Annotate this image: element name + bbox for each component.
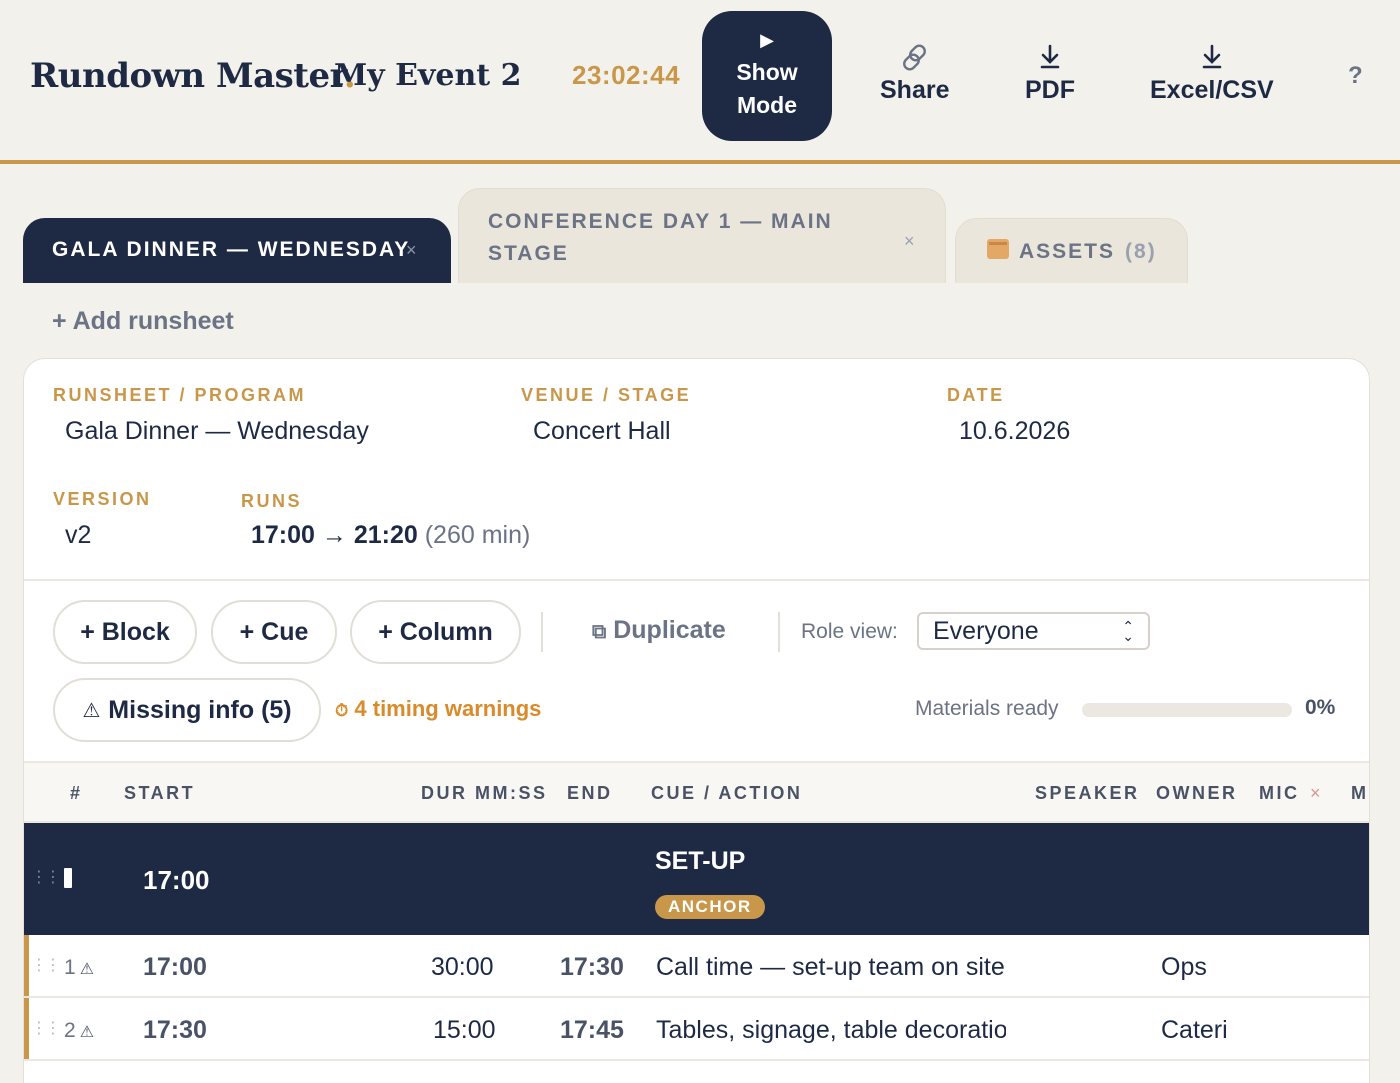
col-header-mic[interactable]: MIC <box>1259 783 1300 804</box>
role-view-value: Everyone <box>933 616 1039 645</box>
date-label: DATE <box>947 385 1005 405</box>
close-icon[interactable]: × <box>406 240 417 261</box>
duplicate-label: Duplicate <box>613 616 726 644</box>
share-button[interactable]: Share <box>880 42 949 105</box>
timing-warnings-link[interactable]: ⏱ 4 timing warnings <box>335 696 541 722</box>
timing-warnings-label: 4 timing warnings <box>354 696 542 721</box>
add-block-button[interactable]: + Block <box>53 600 197 664</box>
block-title[interactable]: SET-UP <box>655 847 745 876</box>
cue-number: 2 ⚠ <box>64 1019 95 1042</box>
play-icon: ▶ <box>760 30 774 50</box>
date-value[interactable]: 10.6.2026 <box>959 417 1070 446</box>
program-value[interactable]: Gala Dinner — Wednesday <box>65 417 369 446</box>
col-header-owner[interactable]: OWNER <box>1156 783 1238 804</box>
assets-count: (8) <box>1125 240 1157 263</box>
tab-label: ASSETS <box>1019 240 1116 263</box>
tab-assets[interactable]: ASSETS (8) <box>955 218 1188 283</box>
anchor-badge: ANCHOR <box>655 895 765 919</box>
download-icon <box>1150 42 1274 76</box>
cue-end: 17:30 <box>560 953 624 981</box>
missing-info-button[interactable]: ⚠ Missing info (5) <box>53 678 321 742</box>
drag-handle-icon[interactable]: ⋮⋮ <box>31 1018 61 1038</box>
show-mode-label: Show Mode <box>736 59 798 118</box>
runs-range: 17:00 → 21:20 <box>251 521 418 549</box>
materials-progress-bar <box>1082 703 1292 717</box>
cue-action[interactable]: Tables, signage, table decorations <box>656 1016 1006 1045</box>
toolbar-separator <box>778 612 780 652</box>
runs-label: RUNS <box>241 491 303 511</box>
close-icon[interactable]: × <box>904 225 915 257</box>
col-header-start[interactable]: START <box>124 783 195 804</box>
add-column-button[interactable]: + Column <box>350 600 521 664</box>
cue-owner[interactable]: Ops <box>1161 953 1227 982</box>
stopwatch-icon: ⏱ <box>335 701 349 720</box>
runs-duration: (260 min) <box>424 521 531 549</box>
program-label: RUNSHEET / PROGRAM <box>53 385 307 405</box>
tab-label: CONFERENCE DAY 1 — MAIN STAGE <box>488 210 833 265</box>
warning-icon: ⚠ <box>79 1024 95 1041</box>
runs-value: 17:00 → 21:20 (260 min) <box>251 521 530 550</box>
cue-duration[interactable]: 15:00 <box>433 1016 496 1045</box>
materials-percent: 0% <box>1305 696 1336 719</box>
cue-owner[interactable]: Catering <box>1161 1016 1227 1045</box>
download-icon <box>1025 42 1075 76</box>
current-time-clock: 23:02:44 <box>572 60 681 90</box>
drag-handle-icon[interactable]: ⋮⋮ <box>31 955 61 975</box>
col-header-end[interactable]: END <box>567 783 613 804</box>
block-start-time[interactable]: 17:00 <box>143 865 210 896</box>
role-view-select[interactable]: Everyone ⌃ ⌄ <box>917 612 1150 650</box>
copy-icon: ⧉ <box>592 621 607 643</box>
table-row[interactable]: ⋮⋮ 2 ⚠ 17:30 15:00 17:45 Tables, signage,… <box>24 998 1369 1061</box>
col-header-num: # <box>70 783 83 803</box>
version-value[interactable]: v2 <box>65 521 91 550</box>
remove-column-icon[interactable]: × <box>1310 783 1321 804</box>
divider <box>24 579 1369 581</box>
pdf-export-button[interactable]: PDF <box>1025 42 1075 105</box>
col-header-more[interactable]: M <box>1351 783 1369 804</box>
link-icon <box>880 42 949 76</box>
share-label: Share <box>880 76 950 104</box>
missing-info-label: Missing info (5) <box>108 695 292 724</box>
warning-icon: ⚠ <box>79 961 95 978</box>
version-label: VERSION <box>53 489 152 509</box>
tab-gala-dinner[interactable]: GALA DINNER — WEDNESDAY × <box>23 218 451 283</box>
add-cue-button[interactable]: + Cue <box>211 600 337 664</box>
event-name[interactable]: My Event 2026 <box>334 58 522 93</box>
pdf-label: PDF <box>1025 76 1075 104</box>
cue-action[interactable]: Call time — set-up team on site <box>656 953 1006 982</box>
block-row[interactable]: ⋮⋮ 17:00 SET-UP ANCHOR <box>24 823 1369 935</box>
excel-export-button[interactable]: Excel/CSV <box>1150 42 1274 105</box>
show-mode-button[interactable]: ▶ Show Mode <box>702 11 832 141</box>
app-header: Rundown Master. My Event 2026 23:02:44 ▶… <box>0 0 1400 164</box>
block-marker <box>64 868 72 888</box>
tab-conference-day-1[interactable]: CONFERENCE DAY 1 — MAIN STAGE × <box>458 188 946 283</box>
duplicate-button[interactable]: ⧉ Duplicate <box>592 616 726 645</box>
add-runsheet-button[interactable]: + Add runsheet <box>52 307 234 336</box>
tab-label: GALA DINNER — WEDNESDAY <box>52 238 411 261</box>
brand-logo: Rundown Master. <box>30 56 356 96</box>
cue-start[interactable]: 17:30 <box>143 1016 207 1045</box>
materials-ready-label: Materials ready <box>915 697 1059 720</box>
help-button[interactable]: ? <box>1348 62 1363 90</box>
role-view-label: Role view: <box>801 620 898 643</box>
col-header-duration[interactable]: DUR MM:SS <box>421 783 548 804</box>
venue-value[interactable]: Concert Hall <box>533 417 671 446</box>
cue-number: 1 ⚠ <box>64 956 95 979</box>
toolbar-separator <box>541 612 543 652</box>
runsheet-card: RUNSHEET / PROGRAM Gala Dinner — Wednesd… <box>23 358 1370 1083</box>
col-header-speaker[interactable]: SPEAKER <box>1035 783 1140 804</box>
cue-start[interactable]: 17:00 <box>143 953 207 982</box>
chevron-updown-icon: ⌃ ⌄ <box>1122 618 1134 644</box>
table-header: # START DUR MM:SS END CUE / ACTION SPEAK… <box>24 761 1369 823</box>
excel-label: Excel/CSV <box>1150 76 1274 104</box>
warning-icon: ⚠ <box>82 699 101 722</box>
cue-end: 17:45 <box>560 1016 624 1044</box>
col-header-cue[interactable]: CUE / ACTION <box>651 783 802 804</box>
cue-duration[interactable]: 30:00 <box>431 953 494 982</box>
box-icon <box>987 239 1009 259</box>
drag-handle-icon[interactable]: ⋮⋮ <box>31 867 61 887</box>
venue-label: VENUE / STAGE <box>521 385 692 405</box>
table-row[interactable]: ⋮⋮ 1 ⚠ 17:00 30:00 17:30 Call time — set-… <box>24 935 1369 998</box>
